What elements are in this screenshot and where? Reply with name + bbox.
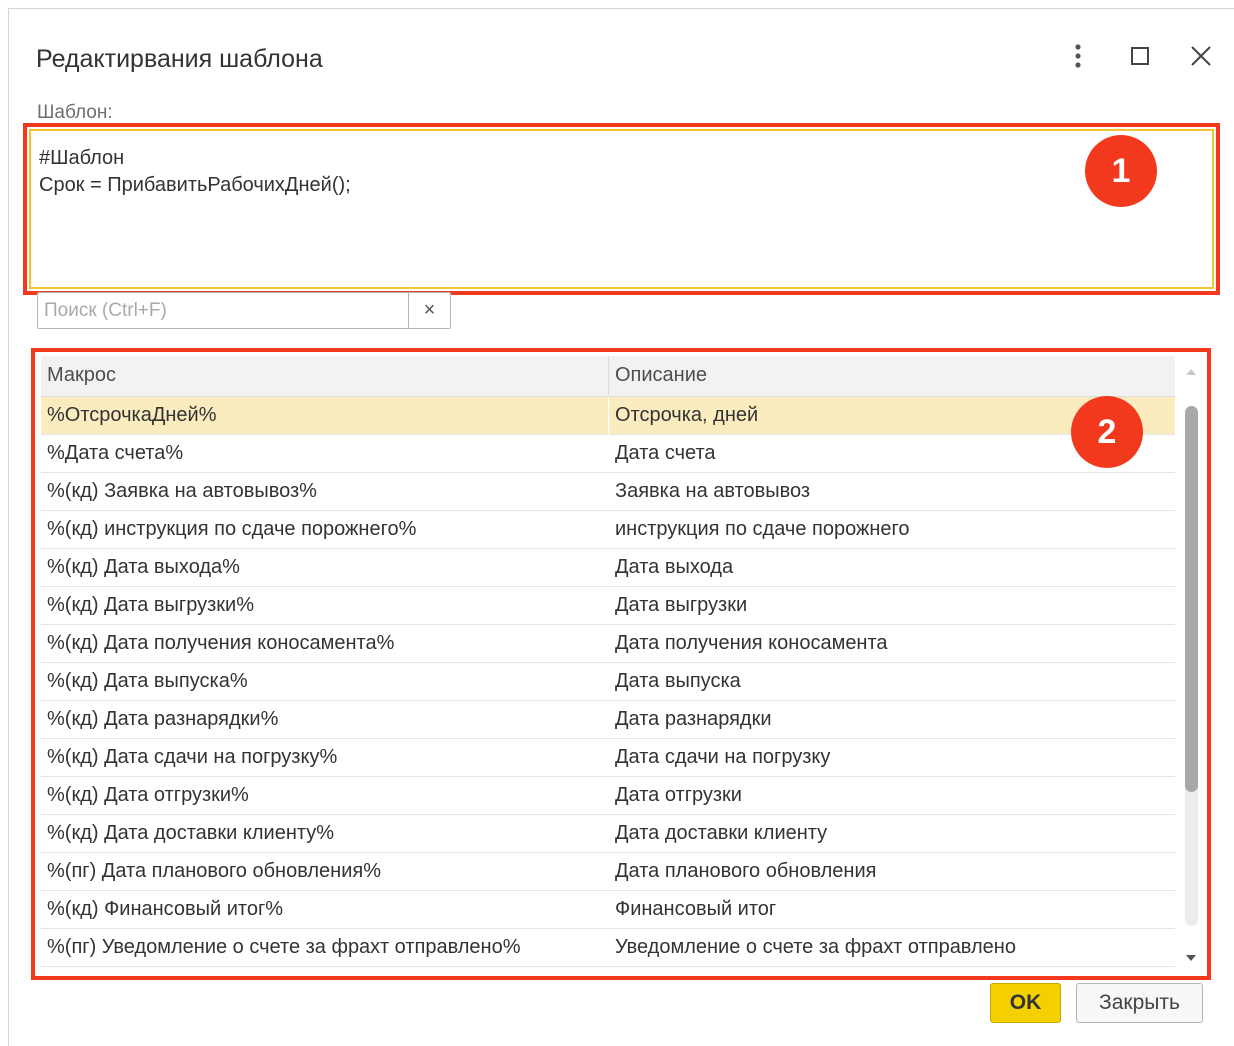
- table-row[interactable]: %(кд) Дата доставки клиенту% Дата доставк…: [41, 815, 1175, 853]
- template-field-label: Шаблон:: [37, 102, 113, 123]
- table-row[interactable]: %(кд) Дата сдачи на погрузку% Дата сдачи …: [41, 739, 1175, 777]
- cell-macro: %(кд) Дата отгрузки%: [41, 777, 609, 814]
- table-body: %ОтсрочкаДней% Отсрочка, дней %Дата счета%…: [41, 397, 1175, 967]
- cell-macro: %(пг) Дата планового обновления%: [41, 853, 609, 890]
- cell-macro: %(кд) Финансовый итог%: [41, 891, 609, 928]
- table-row[interactable]: %(кд) Дата выпуска% Дата выпуска: [41, 663, 1175, 701]
- cell-macro: %(кд) Дата выгрузки%: [41, 587, 609, 624]
- annotation-frame-2: Макрос Описание %ОтсрочкаДней% Отсрочка, …: [31, 348, 1211, 980]
- table-row[interactable]: %(кд) Дата отгрузки% Дата отгрузки: [41, 777, 1175, 815]
- table-row[interactable]: %(кд) Дата выгрузки% Дата выгрузки: [41, 587, 1175, 625]
- annotation-badge-2: 2: [1071, 396, 1143, 468]
- cell-description: Дата выхода: [615, 556, 734, 578]
- table-row[interactable]: %(кд) Дата выхода% Дата выхода: [41, 549, 1175, 587]
- column-header-macro[interactable]: Макрос: [41, 356, 609, 396]
- cell-description: инструкция по сдаче порожнего: [615, 518, 910, 540]
- cell-macro: %(кд) Дата доставки клиенту%: [41, 815, 609, 852]
- cell-macro: %(кд) Дата получения коносамента%: [41, 625, 609, 662]
- search-input[interactable]: [38, 293, 408, 328]
- close-window-button[interactable]: [1184, 39, 1218, 73]
- cell-macro: %Дата счета%: [41, 435, 609, 472]
- table-row[interactable]: %(пг) Дата планового обновления% Дата пла…: [41, 853, 1175, 891]
- table-row[interactable]: %ОтсрочкаДней% Отсрочка, дней: [41, 397, 1175, 435]
- cell-macro: %(пг) Уведомление о счете за фрахт отпра…: [41, 929, 609, 966]
- chevron-up-icon: [1186, 369, 1196, 375]
- ok-button[interactable]: OK: [990, 983, 1061, 1023]
- scroll-up-button[interactable]: [1181, 362, 1201, 382]
- cell-description: Дата получения коносамента: [615, 632, 888, 654]
- cell-macro: %(кд) Дата выпуска%: [41, 663, 609, 700]
- cell-macro: %(кд) Дата сдачи на погрузку%: [41, 739, 609, 776]
- chevron-down-icon: [1186, 955, 1196, 961]
- table-row[interactable]: %(кд) Дата разнарядки% Дата разнарядки: [41, 701, 1175, 739]
- cell-description: Дата доставки клиенту: [615, 822, 828, 844]
- table-row[interactable]: %(пг) Уведомление о счете за фрахт отпра…: [41, 929, 1175, 967]
- search-box: ×: [37, 292, 451, 329]
- cell-description: Заявка на автовывоз: [615, 480, 811, 502]
- table-row[interactable]: %(кд) Дата получения коносамента% Дата по…: [41, 625, 1175, 663]
- annotation-badge-1: 1: [1085, 135, 1157, 207]
- cell-description: Уведомление о счете за фрахт отправлено: [615, 936, 1016, 958]
- search-clear-button[interactable]: ×: [408, 293, 450, 328]
- cell-description: Дата сдачи на погрузку: [615, 746, 831, 768]
- cell-description: Дата выгрузки: [615, 594, 748, 616]
- macros-table: Макрос Описание %ОтсрочкаДней% Отсрочка, …: [41, 356, 1175, 972]
- cell-description: Финансовый итог: [615, 898, 777, 920]
- more-options-button[interactable]: [1061, 39, 1095, 73]
- template-editor-dialog: Редактирвания шаблона Шаблон: #Шаблон Ср…: [8, 8, 1234, 1046]
- column-header-description[interactable]: Описание: [609, 356, 1175, 396]
- cell-macro: %ОтсрочкаДней%: [41, 397, 609, 434]
- template-text-editor[interactable]: #Шаблон Срок = ПрибавитьРабочихДней();: [29, 129, 1214, 289]
- table-row[interactable]: %(кд) инструкция по сдаче порожнего% инст…: [41, 511, 1175, 549]
- close-button[interactable]: Закрыть: [1076, 983, 1203, 1023]
- close-icon: [1191, 46, 1211, 66]
- cell-description: Дата выпуска: [615, 670, 741, 692]
- maximize-icon: [1131, 47, 1149, 65]
- scroll-down-button[interactable]: [1181, 948, 1201, 968]
- cell-description: Дата планового обновления: [615, 860, 877, 882]
- cell-macro: %(кд) Заявка на автовывоз%: [41, 473, 609, 510]
- table-row[interactable]: %(кд) Заявка на автовывоз% Заявка на авто…: [41, 473, 1175, 511]
- table-row[interactable]: %(кд) Финансовый итог% Финансовый итог: [41, 891, 1175, 929]
- table-header: Макрос Описание: [41, 356, 1175, 397]
- clear-icon: ×: [423, 299, 436, 321]
- cell-description: Дата отгрузки: [615, 784, 742, 806]
- dialog-title: Редактирвания шаблона: [36, 45, 323, 73]
- annotation-frame-1: #Шаблон Срок = ПрибавитьРабочихДней();: [23, 123, 1220, 295]
- maximize-button[interactable]: [1123, 39, 1157, 73]
- cell-macro: %(кд) Дата разнарядки%: [41, 701, 609, 738]
- cell-description: Дата разнарядки: [615, 708, 772, 730]
- more-vertical-icon: [1075, 44, 1081, 68]
- scroll-thumb[interactable]: [1185, 406, 1198, 792]
- scroll-track[interactable]: [1185, 406, 1198, 926]
- cell-macro: %(кд) Дата выхода%: [41, 549, 609, 586]
- vertical-scrollbar[interactable]: [1181, 356, 1201, 972]
- table-row[interactable]: %Дата счета% Дата счета: [41, 435, 1175, 473]
- cell-macro: %(кд) инструкция по сдаче порожнего%: [41, 511, 609, 548]
